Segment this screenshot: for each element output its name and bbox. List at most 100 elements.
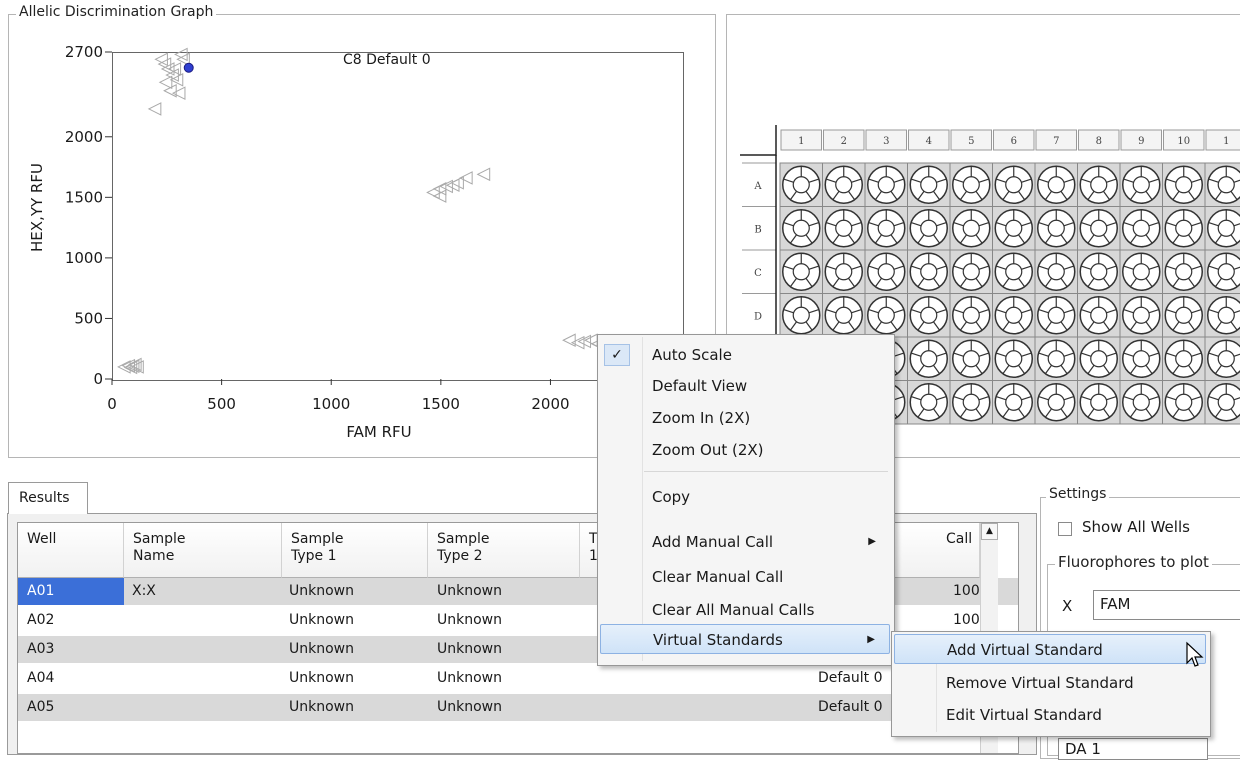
menu-item-label: Clear All Manual Calls bbox=[652, 601, 815, 619]
y-tick-label: 0 bbox=[93, 370, 103, 388]
x-tick-label: 500 bbox=[207, 395, 236, 413]
data-point[interactable] bbox=[583, 333, 598, 348]
submenu-item-edit-virtual-standard[interactable]: Edit Virtual Standard bbox=[894, 700, 1206, 730]
plate-column-label: 5 bbox=[968, 136, 974, 147]
data-point[interactable] bbox=[426, 185, 440, 200]
cell-sample-type1: Unknown bbox=[289, 641, 354, 657]
plate-column-label: 4 bbox=[926, 136, 932, 147]
cell-well: A02 bbox=[27, 612, 55, 628]
menu-item-label: Default View bbox=[652, 377, 748, 395]
plate-column-label: 9 bbox=[1138, 136, 1144, 147]
bottom-field[interactable]: DA 1 bbox=[1058, 738, 1208, 760]
data-point-selected[interactable] bbox=[183, 62, 194, 73]
y-tick-label: 1000 bbox=[65, 249, 103, 267]
data-point[interactable] bbox=[171, 86, 186, 100]
table-row[interactable]: A05UnknownUnknownDefault 0100 bbox=[18, 694, 1018, 721]
scroll-up-icon[interactable]: ▲ bbox=[981, 523, 998, 540]
header-sample-type1[interactable]: Sample Type 1 bbox=[282, 523, 428, 578]
cell-sample-type2: Unknown bbox=[437, 699, 502, 715]
menu-item-label: Virtual Standards bbox=[653, 631, 783, 649]
plate-column-label: 7 bbox=[1053, 136, 1059, 147]
cell-sample-type2: Unknown bbox=[437, 583, 502, 599]
cell-well: A05 bbox=[27, 699, 55, 715]
menu-item-label: Auto Scale bbox=[652, 346, 732, 364]
submenu-item-remove-virtual-standard[interactable]: Remove Virtual Standard bbox=[894, 668, 1206, 698]
cell-sample-type2: Unknown bbox=[437, 641, 502, 657]
cell-sample-type1: Unknown bbox=[289, 670, 354, 686]
menu-item-auto-scale[interactable]: ✓ Auto Scale bbox=[600, 340, 890, 370]
x-fluorophore-select[interactable]: FAM bbox=[1093, 590, 1240, 620]
menu-item-virtual-standards[interactable]: Virtual Standards ▶ bbox=[600, 624, 890, 654]
plate-column-label: 10 bbox=[1177, 136, 1190, 147]
menu-item-label: Add Virtual Standard bbox=[947, 641, 1103, 659]
x-axis-title: FAM RFU bbox=[346, 423, 411, 441]
x-tick-label: 2000 bbox=[531, 395, 569, 413]
data-point[interactable] bbox=[476, 167, 491, 182]
x-axis-label: X bbox=[1062, 597, 1073, 615]
submenu-arrow-icon: ▶ bbox=[867, 634, 875, 645]
check-icon: ✓ bbox=[604, 344, 630, 366]
cell-sample-type2: Unknown bbox=[437, 670, 502, 686]
x-tick-label: 1500 bbox=[422, 395, 460, 413]
menu-item-label: Add Manual Call bbox=[652, 533, 774, 551]
show-all-wells-label[interactable]: Show All Wells bbox=[1082, 518, 1190, 536]
y-tick-label: 2000 bbox=[65, 128, 103, 146]
menu-item-default-view[interactable]: Default View bbox=[600, 371, 890, 401]
cell-sample-type1: Unknown bbox=[289, 699, 354, 715]
menu-separator bbox=[644, 471, 888, 472]
context-menu: ✓ Auto Scale Default View Zoom In (2X) Zoom … bbox=[597, 334, 895, 666]
data-point[interactable] bbox=[439, 179, 453, 194]
menu-item-zoom-out-2x[interactable]: Zoom Out (2X) bbox=[600, 435, 890, 465]
data-point[interactable] bbox=[570, 335, 585, 350]
cell-well: A03 bbox=[27, 641, 55, 657]
cell-sample-type1: Unknown bbox=[289, 612, 354, 628]
menu-item-label: Edit Virtual Standard bbox=[946, 706, 1102, 724]
tab-results[interactable]: Results bbox=[8, 482, 88, 514]
data-point[interactable] bbox=[577, 334, 592, 349]
menu-item-label: Copy bbox=[652, 488, 691, 506]
data-point[interactable] bbox=[154, 52, 168, 67]
submenu-item-add-virtual-standard[interactable]: Add Virtual Standard bbox=[894, 634, 1206, 664]
data-point[interactable] bbox=[562, 333, 576, 348]
settings-title: Settings bbox=[1046, 486, 1110, 502]
y-axis-title: HEX,YY RFU bbox=[28, 163, 46, 252]
data-point[interactable] bbox=[163, 83, 177, 98]
fluorophores-title: Fluorophores to plot bbox=[1055, 553, 1212, 571]
cell-sample-name: X:X bbox=[132, 583, 156, 599]
cell-call: Default 0 bbox=[818, 670, 883, 686]
menu-item-add-manual-call[interactable]: Add Manual Call ▶ bbox=[600, 527, 890, 557]
show-all-wells-checkbox[interactable] bbox=[1058, 522, 1072, 536]
table-row[interactable]: A04 Unknown Unknown Default 0 bbox=[18, 665, 1018, 692]
plate-row-label: C bbox=[754, 268, 762, 279]
cell-well: A04 bbox=[27, 670, 55, 686]
menu-item-clear-manual-call[interactable]: Clear Manual Call bbox=[600, 562, 890, 592]
header-sample-name[interactable]: Sample Name bbox=[124, 523, 282, 578]
menu-item-copy[interactable]: Copy bbox=[600, 482, 890, 512]
plate-column-label: 8 bbox=[1096, 136, 1102, 147]
data-point[interactable] bbox=[147, 102, 162, 116]
header-well[interactable]: Well bbox=[18, 523, 124, 578]
header-sample-type2[interactable]: Sample Type 2 bbox=[428, 523, 580, 578]
x-tick-label: 0 bbox=[107, 395, 117, 413]
data-point[interactable] bbox=[158, 75, 173, 90]
cell-call: Default 0 bbox=[818, 699, 883, 715]
menu-item-zoom-in-2x[interactable]: Zoom In (2X) bbox=[600, 403, 890, 433]
menu-item-label: Clear Manual Call bbox=[652, 568, 784, 586]
mouse-cursor-icon bbox=[1186, 641, 1204, 667]
cell-sample-type1: Unknown bbox=[289, 583, 354, 599]
chart-annotation: C8 Default 0 bbox=[343, 52, 431, 68]
plate-row-label: A bbox=[753, 181, 762, 192]
menu-item-label: Zoom In (2X) bbox=[652, 409, 751, 427]
menu-item-clear-all-manual-calls[interactable]: Clear All Manual Calls bbox=[600, 595, 890, 625]
cell-well: A01 bbox=[18, 578, 124, 605]
plate-row-label: B bbox=[754, 224, 761, 235]
cell-value: 100 bbox=[953, 612, 980, 628]
plate-column-label: 3 bbox=[883, 136, 889, 147]
data-point[interactable] bbox=[174, 47, 188, 62]
virtual-standards-submenu: Add Virtual Standard Remove Virtual Stand… bbox=[891, 631, 1211, 737]
y-tick-label: 500 bbox=[74, 309, 103, 327]
menu-item-label: Zoom Out (2X) bbox=[652, 441, 764, 459]
y-tick-label: 2700 bbox=[65, 43, 103, 61]
header-call[interactable]: Call bbox=[880, 523, 980, 578]
cell-sample-type2: Unknown bbox=[437, 612, 502, 628]
